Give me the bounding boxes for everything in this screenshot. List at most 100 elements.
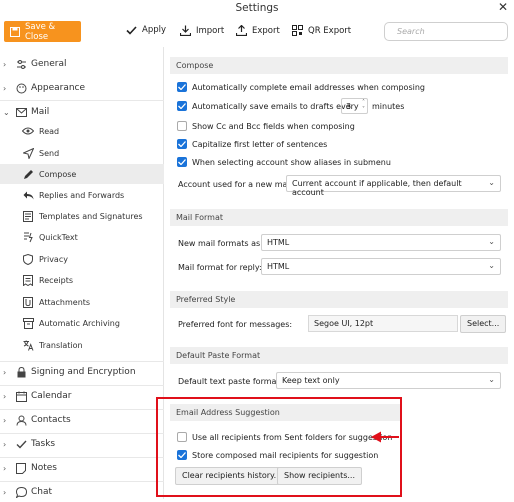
chevron-right-icon: › (3, 487, 7, 497)
option-show-cc-bcc[interactable]: Show Cc and Bcc fields when composing (177, 121, 355, 131)
preferred-font-label: Preferred font for messages: (178, 320, 293, 329)
sidebar-subitem-label: Send (39, 148, 60, 158)
search-input[interactable]: Search (384, 22, 508, 41)
save-close-button[interactable]: Save & Close (4, 21, 81, 42)
account-select[interactable]: Current account if applicable, then defa… (286, 175, 501, 197)
sidebar-item-label: Appearance (31, 83, 86, 93)
option-label: When selecting account show aliases in s… (192, 157, 391, 167)
sidebar-item-label: Notes (31, 463, 57, 473)
option-autocomplete-addresses[interactable]: Automatically complete email addresses w… (177, 82, 425, 92)
quicktext-icon (22, 231, 34, 243)
sidebar-subitem-privacy[interactable]: Privacy (0, 249, 164, 269)
chevron-right-icon: › (3, 439, 7, 449)
sidebar-item-calendar[interactable]: › Calendar (0, 386, 164, 406)
sidebar-subitem-label: QuickText (39, 232, 78, 242)
option-capitalize-first-letter[interactable]: Capitalize first letter of sentences (177, 139, 327, 149)
sidebar-subitem-label: Replies and Forwards (39, 190, 125, 200)
sidebar-subitem-receipts[interactable]: Receipts (0, 270, 164, 290)
translate-icon (22, 339, 34, 351)
sidebar-subitem-read[interactable]: Read (0, 121, 164, 141)
reply-format-label: Mail format for reply: (178, 263, 262, 272)
paste-format-label: Default text paste format: (178, 377, 283, 386)
sidebar-subitem-translation[interactable]: Translation (0, 335, 164, 355)
sidebar-item-label: Chat (31, 487, 53, 497)
pencil-icon (22, 168, 34, 180)
highlight-box (156, 397, 402, 497)
import-icon (180, 25, 191, 36)
sidebar-subitem-label: Templates and Signatures (39, 211, 143, 221)
sidebar-item-general[interactable]: › General (0, 54, 164, 74)
sidebar-item-appearance[interactable]: › Appearance (0, 78, 164, 98)
sidebar-item-contacts[interactable]: › Contacts (0, 410, 164, 430)
sidebar-subitem-templates-signatures[interactable]: Templates and Signatures (0, 206, 164, 226)
chevron-down-icon: ⌄ (488, 237, 495, 246)
chevron-down-icon: ⌄ (488, 178, 495, 187)
group-header-compose: Compose (170, 57, 508, 74)
checkbox-checked[interactable] (177, 82, 187, 92)
new-mail-format-label: New mail formats as: (178, 239, 263, 248)
option-autosave-drafts[interactable]: Automatically save emails to drafts ever… (177, 101, 359, 111)
sliders-icon (15, 58, 27, 70)
apply-button[interactable]: Apply (126, 25, 166, 35)
chevron-right-icon: › (3, 415, 7, 425)
sidebar-item-tasks[interactable]: › Tasks (0, 434, 164, 454)
stepper-value: 3 (346, 102, 352, 111)
sidebar-subitem-quicktext[interactable]: QuickText (0, 227, 164, 247)
option-label: Show Cc and Bcc fields when composing (192, 121, 355, 131)
qr-export-button[interactable]: QR Export (292, 25, 351, 36)
chevron-right-icon: › (3, 59, 7, 69)
minutes-label: minutes (372, 102, 405, 111)
import-label: Import (196, 25, 225, 36)
sidebar-subitem-attachments[interactable]: Attachments (0, 292, 164, 312)
sidebar-subitem-label: Read (39, 126, 60, 136)
sidebar-subitem-send[interactable]: Send (0, 143, 164, 163)
sidebar-item-label: Calendar (31, 391, 72, 401)
select-value: Keep text only (282, 376, 340, 385)
chevron-right-icon: › (3, 463, 7, 473)
sidebar: › General › Appearance ⌄ Mail Read Send … (0, 47, 164, 499)
stepper-arrows-icon[interactable]: ˄ ˅ (362, 99, 365, 113)
send-icon (22, 147, 34, 159)
contact-icon (15, 414, 27, 426)
template-icon (22, 210, 34, 222)
tasks-check-icon (15, 438, 27, 450)
import-button[interactable]: Import (180, 25, 224, 36)
export-icon (236, 25, 247, 36)
sidebar-subitem-replies-forwards[interactable]: Replies and Forwards (0, 185, 164, 205)
select-font-button[interactable]: Select... (460, 315, 507, 333)
paste-format-select[interactable]: Keep text only ⌄ (276, 372, 501, 389)
checkbox-checked[interactable] (177, 101, 187, 111)
sidebar-subitem-automatic-archiving[interactable]: Automatic Archiving (0, 313, 164, 333)
receipt-icon (22, 274, 34, 286)
toolbar: Save & Close Apply Import Export QR Expo… (0, 17, 514, 47)
envelope-icon (15, 106, 27, 118)
autosave-minutes-stepper[interactable]: 3 ˄ ˅ (341, 98, 368, 114)
sidebar-divider (0, 100, 164, 101)
sidebar-subitem-label: Privacy (39, 254, 68, 264)
reply-format-select[interactable]: HTML ⌄ (261, 258, 501, 275)
chevron-down-icon: ⌄ (488, 261, 495, 270)
new-mail-format-select[interactable]: HTML ⌄ (261, 234, 501, 251)
sidebar-item-signing-encryption[interactable]: › Signing and Encryption (0, 362, 164, 382)
group-header-paste-format: Default Paste Format (170, 347, 508, 364)
sidebar-subitem-label: Compose (39, 169, 77, 179)
checkbox-unchecked[interactable] (177, 121, 187, 131)
eye-icon (22, 125, 34, 137)
sidebar-subitem-compose[interactable]: Compose (0, 164, 164, 184)
chevron-down-icon: ⌄ (3, 107, 10, 117)
group-header-preferred-style: Preferred Style (170, 291, 508, 308)
note-icon (15, 462, 27, 474)
checkbox-checked[interactable] (177, 139, 187, 149)
checkbox-checked[interactable] (177, 157, 187, 167)
select-value: HTML (267, 262, 290, 271)
close-icon[interactable]: ✕ (498, 0, 508, 14)
sidebar-item-chat[interactable]: › Chat (0, 482, 164, 502)
export-button[interactable]: Export (236, 25, 280, 36)
sidebar-item-label: Signing and Encryption (31, 367, 136, 377)
chevron-right-icon: › (3, 367, 7, 377)
chat-icon (15, 486, 27, 498)
sidebar-subitem-label: Receipts (39, 275, 74, 285)
sidebar-item-mail[interactable]: ⌄ Mail (0, 102, 164, 122)
sidebar-item-notes[interactable]: › Notes (0, 458, 164, 478)
option-show-aliases[interactable]: When selecting account show aliases in s… (177, 157, 391, 167)
